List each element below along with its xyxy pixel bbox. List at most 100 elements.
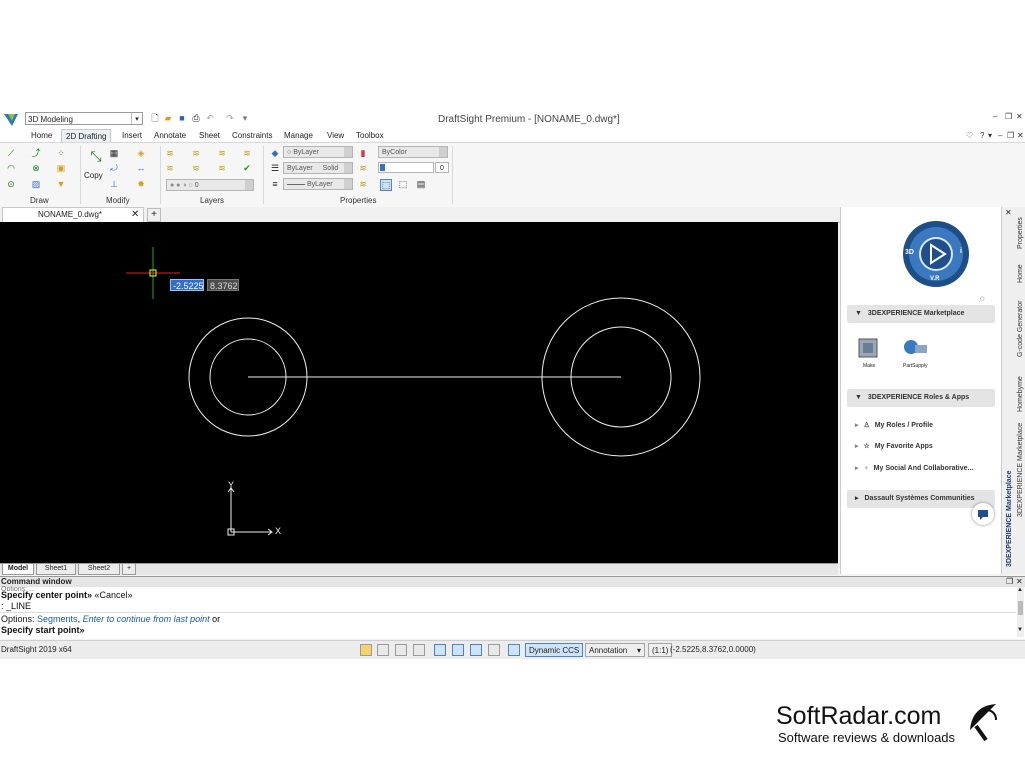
hatch-color-icon[interactable]: ≋ <box>358 163 368 173</box>
quick-select-icon[interactable]: ⬚ <box>398 179 408 189</box>
checkmark-icon[interactable]: ✔ <box>242 163 252 173</box>
chevron-down-icon[interactable] <box>245 180 253 190</box>
option-continue-link[interactable]: Enter to continue from last point <box>83 614 210 624</box>
etrack-toggle-icon[interactable] <box>470 644 482 656</box>
dynamic-ccs-toggle[interactable]: Dynamic CCS <box>525 643 584 657</box>
help-icon[interactable]: ? <box>980 131 984 140</box>
close-tab-icon[interactable]: ✕ <box>131 208 139 222</box>
annotation-scale-select[interactable]: Annotation ▾ <box>585 643 645 657</box>
line-tool-icon[interactable]: ⟋ <box>6 148 16 158</box>
quick-modify-icon[interactable] <box>360 644 372 656</box>
tab-annotate[interactable]: Annotate <box>150 129 190 142</box>
partsupply-app-icon[interactable] <box>901 335 931 361</box>
vtab-homebyme[interactable]: Homebyme <box>1017 376 1024 412</box>
restore-icon[interactable]: ❐ <box>1005 112 1012 121</box>
tab-2d-drafting[interactable]: 2D Drafting <box>61 129 112 143</box>
print-icon[interactable]: ⎙ <box>191 113 201 123</box>
rectangle-tool-icon[interactable]: ▣ <box>56 163 66 173</box>
command-scrollbar[interactable]: ▲ ▼ <box>1017 587 1024 637</box>
fill-tool-icon[interactable]: ▼ <box>56 179 66 189</box>
roles-item-favorite-apps[interactable]: ▸ ☆ My Favorite Apps <box>855 442 933 450</box>
copy-button-label[interactable]: Copy <box>84 171 103 180</box>
undo-icon[interactable]: ↶ <box>205 113 215 123</box>
chevron-down-icon[interactable] <box>344 147 352 157</box>
scroll-up-icon[interactable]: ▲ <box>1017 587 1023 593</box>
line-style-icon[interactable]: ☰ <box>270 163 280 173</box>
close-palette-icon[interactable]: ✕ <box>1005 208 1012 217</box>
new-file-icon[interactable]: 🗋 <box>150 113 160 123</box>
help-menu-icon[interactable]: ▾ <box>988 131 992 140</box>
rotate-tool-icon[interactable]: ⤾ <box>109 163 119 173</box>
doc-minimize-icon[interactable]: – <box>998 131 1002 140</box>
line-weight-select[interactable]: ByLayer <box>283 178 353 190</box>
scroll-thumb[interactable] <box>1018 601 1023 615</box>
make-app-icon[interactable] <box>855 335 883 361</box>
match-properties-icon[interactable]: ◆ <box>270 148 280 158</box>
tab-insert[interactable]: Insert <box>118 129 146 142</box>
new-tab-icon[interactable]: + <box>147 208 161 222</box>
doc-restore-icon[interactable]: ❐ <box>1007 131 1014 140</box>
vtab-properties[interactable]: Properties <box>1017 217 1024 249</box>
point-grid-icon[interactable]: ⁘ <box>56 148 66 158</box>
eraser-tool-icon[interactable]: ◈ <box>136 148 146 158</box>
drawing-canvas[interactable]: -2.5225 8.3762 Y X <box>0 222 838 563</box>
hatch-tool-icon[interactable]: ▨ <box>31 179 41 189</box>
3dexperience-compass-icon[interactable]: 3D V.R i <box>902 220 970 288</box>
arc-tool-icon[interactable]: ◠ <box>6 163 16 173</box>
transparency-slider[interactable] <box>378 162 434 173</box>
app-logo-icon[interactable] <box>2 111 20 128</box>
vtab-home[interactable]: Home <box>1017 264 1024 283</box>
layer-freeze-icon[interactable]: ≋ <box>165 163 175 173</box>
layer-off-icon[interactable]: ≋ <box>217 163 227 173</box>
layer-select[interactable]: ● ● ◑ ○ 0 <box>166 179 254 191</box>
command-window-close-icon[interactable]: ✕ <box>1016 577 1023 587</box>
roles-item-social[interactable]: ▸ ♆ My Social And Collaborative... <box>855 464 973 472</box>
quick-access-menu-icon[interactable]: ▾ <box>240 113 250 123</box>
command-prompt-line[interactable]: Specify start point» <box>1 625 85 635</box>
roles-item-profile[interactable]: ▸ ♙ My Roles / Profile <box>855 421 933 429</box>
move-tool-icon[interactable]: ⤡ <box>87 149 105 169</box>
close-window-icon[interactable]: ✕ <box>1016 112 1023 121</box>
scroll-down-icon[interactable]: ▼ <box>1017 627 1023 633</box>
array-tool-icon[interactable]: ▦ <box>109 148 119 158</box>
tab-toolbox[interactable]: Toolbox <box>352 129 388 142</box>
layer-state-icon[interactable]: ≋ <box>191 148 201 158</box>
color-by-layer-select[interactable]: ○ ByLayer <box>283 146 353 158</box>
layer-previous-icon[interactable]: ≋ <box>217 148 227 158</box>
explode-tool-icon[interactable]: ✸ <box>136 179 146 189</box>
sheet-tab-sheet1[interactable]: Sheet1 <box>36 564 76 575</box>
drawing-svg[interactable] <box>0 222 838 563</box>
tab-home[interactable]: Home <box>27 129 56 142</box>
bycolor-select[interactable]: ByColor <box>378 146 448 158</box>
select-similar-icon[interactable]: ⬚ <box>380 179 392 191</box>
polar-toggle-icon[interactable] <box>434 644 446 656</box>
chevron-down-icon[interactable]: ▾ <box>637 644 641 657</box>
layer-manager-icon[interactable]: ≋ <box>165 148 175 158</box>
chat-bubble-icon[interactable] <box>972 503 994 525</box>
command-window[interactable]: Command window ❐ ✕ Options: ... Specify … <box>0 576 1025 639</box>
option-segments-link[interactable]: Segments <box>37 614 78 624</box>
lineweight-toggle-icon[interactable] <box>488 644 500 656</box>
circle-tool-icon[interactable]: ⊙ <box>6 179 16 189</box>
search-icon[interactable]: ⌕ <box>979 291 986 306</box>
save-icon[interactable]: ■ <box>177 113 187 123</box>
trim-tool-icon[interactable]: ⊥ <box>109 179 119 189</box>
spline-tool-icon[interactable]: ⊗ <box>31 163 41 173</box>
chevron-down-icon[interactable] <box>344 163 352 173</box>
sheet-tab-sheet2[interactable]: Sheet2 <box>78 564 120 575</box>
workspace-select[interactable]: 3D Modeling ▾ <box>25 112 143 125</box>
transparency-value[interactable]: 0 <box>435 162 449 173</box>
redo-icon[interactable]: ↷ <box>225 113 235 123</box>
add-sheet-icon[interactable]: + <box>122 564 136 575</box>
cursor-mode-icon[interactable] <box>377 644 389 656</box>
layer-lock-icon[interactable]: ≋ <box>191 163 201 173</box>
tab-sheet[interactable]: Sheet <box>195 129 224 142</box>
color-palette-icon[interactable]: ▮ <box>358 148 368 158</box>
esnap-toggle-icon[interactable] <box>452 644 464 656</box>
document-tab[interactable]: NONAME_0.dwg* ✕ <box>2 207 144 223</box>
vtab-gcode-generator[interactable]: G-code Generator <box>1017 301 1024 357</box>
chevron-down-icon[interactable]: ▾ <box>131 113 142 124</box>
chevron-down-icon[interactable] <box>344 179 352 189</box>
tab-view[interactable]: View <box>323 129 348 142</box>
dynamic-input-y[interactable]: 8.3762 <box>207 279 239 291</box>
